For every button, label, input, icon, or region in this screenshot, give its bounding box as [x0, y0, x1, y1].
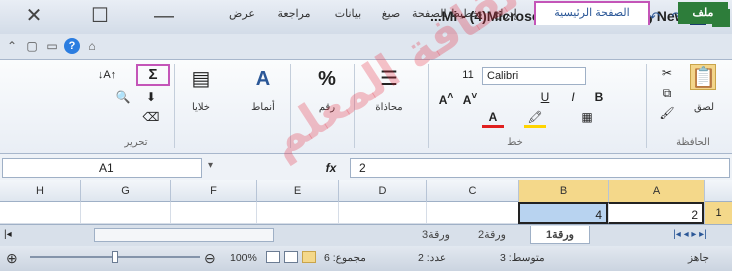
- tab-data[interactable]: بيانات: [326, 4, 370, 24]
- font-color-swatch: [482, 125, 504, 128]
- normal-view-icon[interactable]: [302, 251, 316, 263]
- clipboard-group-label: الحافظة: [676, 137, 710, 148]
- editing-group-label: تحرير: [124, 137, 148, 148]
- fill-color-icon[interactable]: 🖍: [524, 110, 546, 124]
- horizontal-scrollbar[interactable]: [94, 228, 274, 242]
- sheet-tab-3[interactable]: ورقة3: [410, 226, 462, 244]
- zoom-level[interactable]: 100%: [230, 250, 257, 266]
- sort-filter-icon[interactable]: ↓A↑: [86, 68, 128, 82]
- minimize-ribbon-icon[interactable]: ⌂: [84, 38, 100, 54]
- help-icon[interactable]: ?: [64, 38, 80, 54]
- status-count: عدد: 2: [418, 252, 447, 264]
- column-header-e[interactable]: E: [256, 180, 338, 202]
- sheet-tab-2[interactable]: ورقة2: [466, 226, 518, 244]
- column-header-a[interactable]: A: [608, 180, 704, 202]
- cell-c1[interactable]: [426, 202, 518, 224]
- cells-label: خلايا: [192, 102, 210, 113]
- status-bar: [0, 246, 732, 271]
- status-ready: جاهز: [688, 252, 710, 264]
- borders-icon[interactable]: ▦: [578, 110, 596, 124]
- paste-label: لصق: [693, 102, 715, 113]
- fill-color-swatch: [524, 125, 546, 128]
- sheet-tab-1[interactable]: ورقة1: [530, 226, 590, 244]
- italic-button[interactable]: I: [566, 90, 580, 104]
- minimize-button[interactable]: —: [152, 4, 176, 28]
- column-header-g[interactable]: G: [80, 180, 170, 202]
- row-header-1[interactable]: 1: [704, 202, 732, 224]
- window-restore-icon[interactable]: ▢: [24, 38, 40, 54]
- column-header-c[interactable]: C: [426, 180, 518, 202]
- cell-e1[interactable]: [256, 202, 338, 224]
- cell-g1[interactable]: [80, 202, 170, 224]
- tab-home[interactable]: الصفحة الرئيسية: [534, 1, 650, 25]
- grow-font-icon[interactable]: A˄: [436, 90, 456, 107]
- column-header-f[interactable]: F: [170, 180, 256, 202]
- font-color-icon[interactable]: A: [482, 110, 504, 124]
- group-separator: [174, 64, 175, 148]
- maximize-button[interactable]: ☐: [88, 4, 112, 28]
- column-header-b[interactable]: B: [518, 180, 608, 202]
- clear-icon[interactable]: ⌫: [136, 110, 166, 124]
- styles-icon[interactable]: A: [250, 66, 276, 92]
- scroll-left-icon[interactable]: |◂: [4, 228, 14, 242]
- insert-function-icon[interactable]: fx: [316, 158, 346, 178]
- cut-icon[interactable]: ✂: [658, 66, 676, 80]
- group-separator: [428, 64, 429, 148]
- cell-a1[interactable]: 2: [608, 202, 704, 224]
- sheet-nav-icon[interactable]: |◂ ◂ ▸ ▸|: [650, 226, 730, 244]
- format-painter-icon[interactable]: 🖌: [658, 106, 676, 120]
- cell-d1[interactable]: [338, 202, 426, 224]
- zoom-in-icon[interactable]: ⊕: [6, 250, 18, 266]
- font-size-box[interactable]: 11: [456, 68, 480, 82]
- tab-file[interactable]: ملف: [678, 2, 728, 24]
- page-break-view-icon[interactable]: [266, 251, 280, 263]
- bold-button[interactable]: B: [592, 90, 606, 104]
- group-separator: [646, 64, 647, 148]
- formula-input[interactable]: 2: [350, 158, 730, 178]
- shrink-font-icon[interactable]: A˅: [460, 90, 480, 107]
- autosum-button[interactable]: Σ: [136, 64, 170, 86]
- cell-b1[interactable]: 4: [518, 202, 608, 224]
- status-average: متوسط: 3: [500, 252, 545, 264]
- font-group-label: خط: [507, 137, 523, 148]
- name-box-dropdown-icon[interactable]: ▾: [208, 160, 213, 171]
- tab-formulas[interactable]: صيغ: [374, 4, 408, 24]
- zoom-out-icon[interactable]: ⊖: [204, 250, 216, 266]
- ribbon-collapse-icon[interactable]: ⌃: [4, 38, 20, 54]
- page-layout-view-icon[interactable]: [284, 251, 298, 263]
- cell-f1[interactable]: [170, 202, 256, 224]
- copy-icon[interactable]: ⧉: [658, 86, 676, 100]
- tab-review[interactable]: مراجعة: [266, 4, 322, 24]
- column-header-d[interactable]: D: [338, 180, 426, 202]
- cells-icon[interactable]: ▤: [188, 66, 214, 92]
- status-sum: مجموع: 6: [324, 252, 366, 264]
- underline-button[interactable]: U: [538, 90, 552, 104]
- window-minimize-icon[interactable]: ▭: [44, 38, 60, 54]
- paste-icon[interactable]: 📋: [690, 64, 716, 90]
- cell-h1[interactable]: [0, 202, 80, 224]
- column-header-h[interactable]: H: [0, 180, 80, 202]
- find-select-icon[interactable]: 🔍: [106, 90, 140, 104]
- fill-icon[interactable]: ⬇: [136, 90, 166, 104]
- name-box[interactable]: A1: [2, 158, 202, 178]
- font-name-box[interactable]: Calibri: [482, 67, 586, 85]
- zoom-slider-thumb[interactable]: [112, 251, 118, 263]
- tab-view[interactable]: عرض: [222, 4, 262, 24]
- close-button[interactable]: ✕: [22, 4, 46, 28]
- select-all-corner[interactable]: [704, 180, 732, 202]
